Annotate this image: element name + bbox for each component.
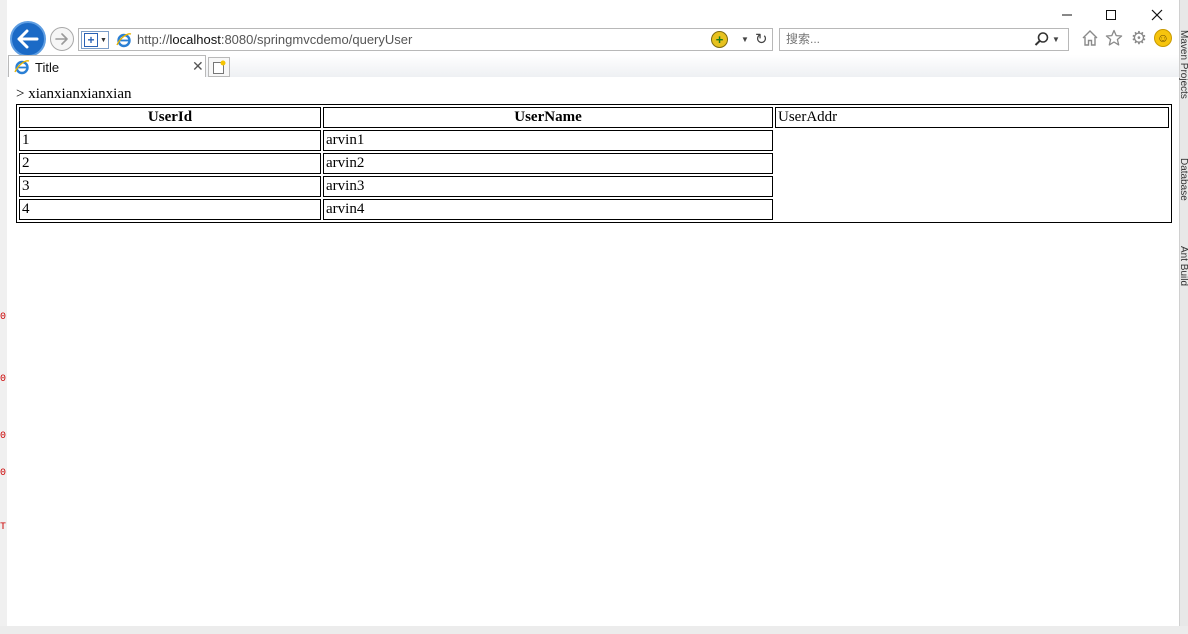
browser-window: + ▼ http://localhost:8080/springmvcdemo/…	[7, 0, 1179, 626]
maximize-button[interactable]	[1099, 4, 1123, 26]
favorites-star-icon[interactable]	[1104, 28, 1124, 48]
address-bar[interactable]: + ▼ http://localhost:8080/springmvcdemo/…	[78, 28, 773, 51]
address-dropdown-icon[interactable]: ▼	[741, 35, 749, 44]
minimize-icon	[1062, 14, 1072, 16]
url-text[interactable]: http://localhost:8080/springmvcdemo/quer…	[137, 32, 412, 47]
ide-tab-ant: Ant Build	[1178, 246, 1188, 287]
chevron-down-icon: ▼	[100, 36, 107, 44]
ide-tab-maven: Maven Projects	[1178, 30, 1188, 99]
close-icon	[1151, 9, 1163, 21]
new-tab-icon	[213, 60, 226, 74]
table-row: 4 arvin4	[19, 199, 1169, 220]
gear-icon[interactable]: ⚙	[1129, 28, 1149, 48]
tab-title[interactable]: Title ✕	[8, 55, 206, 77]
search-box[interactable]: ▼	[779, 28, 1069, 51]
cell-userid: 4	[19, 199, 321, 220]
table-row: 3 arvin3	[19, 176, 1169, 197]
search-input[interactable]	[786, 32, 1026, 46]
page-content: > xianxianxianxian UserId UserName UserA…	[16, 86, 1172, 223]
cell-userid: 2	[19, 153, 321, 174]
new-tab-button[interactable]	[208, 57, 230, 77]
maximize-icon	[1106, 10, 1116, 20]
table-row: 2 arvin2	[19, 153, 1169, 174]
column-header-username: UserName	[323, 107, 773, 128]
url-host: localhost	[169, 32, 221, 47]
search-dropdown-icon[interactable]: ▼	[1052, 35, 1060, 44]
ie-page-icon	[116, 33, 132, 48]
minimize-button[interactable]	[1055, 4, 1079, 26]
cell-username: arvin1	[323, 130, 773, 151]
table-row: 1 arvin1	[19, 130, 1169, 151]
ide-tab-database: Database	[1178, 158, 1188, 201]
shield-plus-icon: +	[84, 33, 98, 47]
ie-tab-icon	[14, 60, 30, 75]
refresh-icon[interactable]: ↻	[755, 30, 768, 48]
url-scheme: http://	[137, 32, 170, 47]
close-button[interactable]	[1145, 4, 1169, 26]
tab-label: Title	[35, 60, 60, 75]
cell-useraddr	[775, 176, 1169, 197]
cell-username: arvin2	[323, 153, 773, 174]
cell-useraddr	[775, 199, 1169, 220]
home-icon[interactable]	[1080, 28, 1100, 48]
cell-useraddr	[775, 130, 1169, 151]
column-header-useraddr: UserAddr	[775, 107, 1169, 128]
page-heading: > xianxianxianxian	[16, 86, 132, 102]
cell-userid: 3	[19, 176, 321, 197]
table-header-row: UserId UserName UserAddr	[19, 107, 1169, 128]
background-ide-panel: 0 0 0 0 T	[0, 0, 7, 634]
url-path: :8080/springmvcdemo/queryUser	[220, 32, 413, 47]
cell-username: arvin3	[323, 176, 773, 197]
forward-arrow-icon	[55, 33, 68, 45]
cell-userid: 1	[19, 130, 321, 151]
back-button[interactable]	[10, 21, 46, 57]
forward-button[interactable]	[50, 27, 74, 51]
cell-useraddr	[775, 153, 1169, 174]
addon-icon[interactable]: +	[711, 31, 728, 48]
background-ide-status	[0, 626, 1188, 634]
user-table: UserId UserName UserAddr 1 arvin1 2 arvi…	[16, 104, 1172, 223]
tab-close-icon[interactable]: ✕	[192, 58, 204, 75]
column-header-userid: UserId	[19, 107, 321, 128]
feedback-smiley-icon[interactable]: ☺	[1154, 29, 1172, 47]
background-ide-tool-strip: Maven Projects Database Ant Build	[1178, 0, 1188, 634]
compatibility-view-button[interactable]: + ▼	[81, 31, 109, 49]
back-arrow-icon	[17, 29, 39, 49]
cell-username: arvin4	[323, 199, 773, 220]
search-icon[interactable]	[1034, 31, 1050, 47]
